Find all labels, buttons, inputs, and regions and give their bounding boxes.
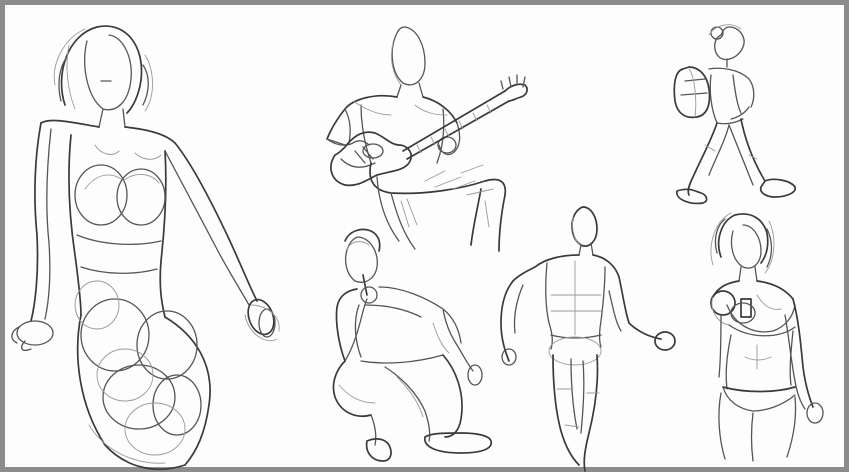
sketch-sheet: [11, 24, 824, 472]
sketch-crouching-man: [332, 228, 492, 462]
sketch-hiker: [673, 24, 796, 205]
sketch-seated-woman: [11, 25, 280, 471]
sketch-guitarist: [326, 26, 528, 252]
sketch-walking-figure: [500, 206, 676, 472]
sketch-woman-phone: [710, 212, 824, 462]
sketch-canvas: [10, 10, 849, 472]
sketch-frame: [0, 0, 849, 472]
